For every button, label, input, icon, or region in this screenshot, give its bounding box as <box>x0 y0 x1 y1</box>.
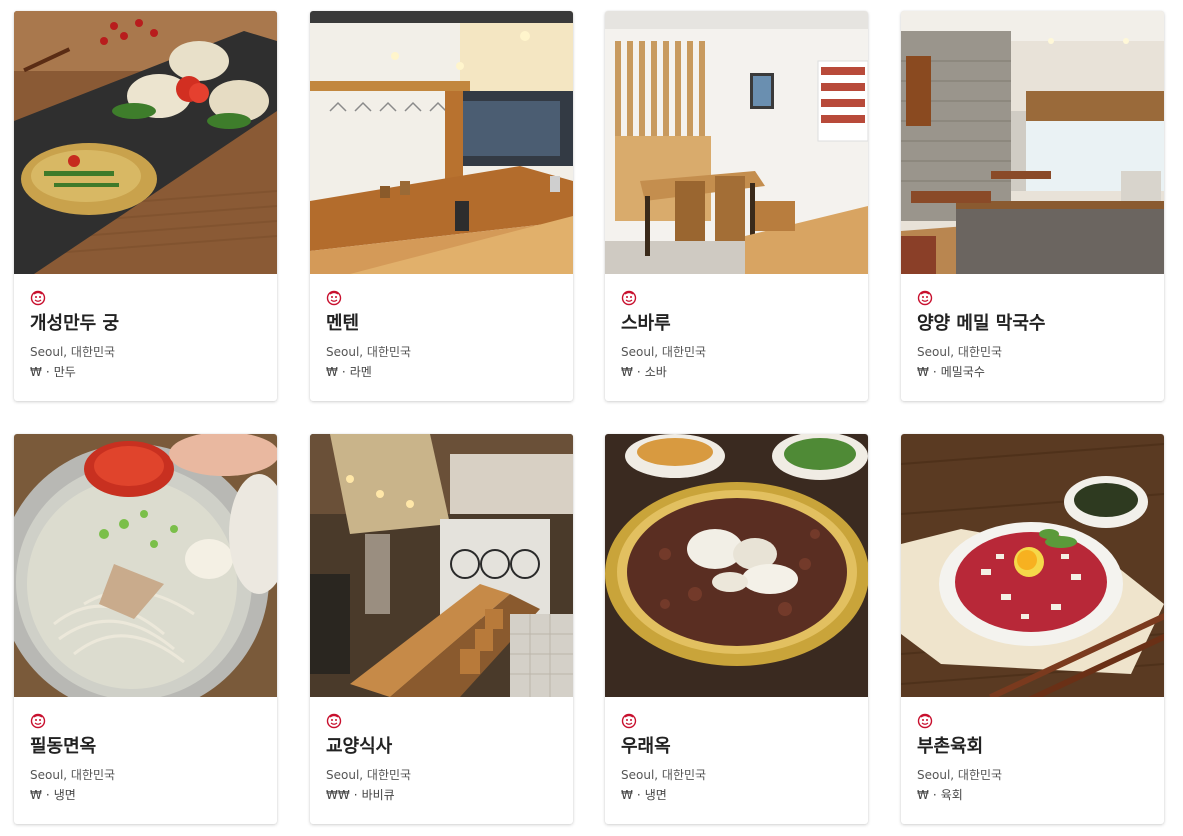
michelin-bib-gourmand-icon <box>326 713 342 729</box>
cuisine-category: 소바 <box>644 365 667 379</box>
beef-tartare-photo <box>901 434 1164 697</box>
cuisine-category: 바비큐 <box>361 788 395 802</box>
michelin-bib-gourmand-icon <box>326 290 342 306</box>
price-level: ₩ <box>30 365 42 379</box>
restaurant-photo[interactable] <box>310 434 573 697</box>
michelin-bib-gourmand-icon <box>30 713 46 729</box>
meta-separator: · <box>341 365 346 379</box>
restaurant-card[interactable]: 개성만두 궁 Seoul, 대한민국 ₩ · 만두 <box>14 11 277 401</box>
restaurant-card[interactable]: 스바루 Seoul, 대한민국 ₩ · 소바 <box>605 11 868 401</box>
meta-separator: · <box>636 788 641 802</box>
restaurant-name[interactable]: 멘텐 <box>326 312 561 336</box>
restaurant-grid: 개성만두 궁 Seoul, 대한민국 ₩ · 만두 멘텐 Seoul, 대한민국… <box>0 0 1183 836</box>
restaurant-photo[interactable] <box>310 11 573 274</box>
price-level: ₩ <box>326 365 338 379</box>
restaurant-name[interactable]: 스바루 <box>621 312 856 336</box>
restaurant-name[interactable]: 필동면옥 <box>30 735 265 759</box>
restaurant-card[interactable]: 필동면옥 Seoul, 대한민국 ₩ · 냉면 <box>14 434 277 824</box>
cuisine-category: 냉면 <box>644 788 667 802</box>
bar-counter-photo <box>310 434 573 697</box>
cuisine-category: 라멘 <box>349 365 372 379</box>
restaurant-location: Seoul, 대한민국 <box>326 768 412 782</box>
price-level: ₩₩ <box>326 788 350 802</box>
cuisine-category: 육회 <box>940 788 963 802</box>
restaurant-photo[interactable] <box>901 11 1164 274</box>
cuisine-category: 만두 <box>53 365 76 379</box>
michelin-bib-gourmand-icon <box>621 713 637 729</box>
meta-separator: · <box>45 365 50 379</box>
restaurant-meta: ₩ · 메밀국수 <box>917 364 1152 380</box>
restaurant-photo[interactable] <box>14 11 277 274</box>
restaurant-photo[interactable] <box>605 11 868 274</box>
bulgogi-photo <box>605 434 868 697</box>
price-level: ₩ <box>30 788 42 802</box>
price-level: ₩ <box>917 788 929 802</box>
restaurant-card[interactable]: 양양 메밀 막국수 Seoul, 대한민국 ₩ · 메밀국수 <box>901 11 1164 401</box>
counter-interior-photo <box>310 11 573 274</box>
meta-separator: · <box>932 365 937 379</box>
restaurant-meta: ₩₩ · 바비큐 <box>326 787 561 803</box>
restaurant-meta: ₩ · 소바 <box>621 364 856 380</box>
restaurant-name[interactable]: 우래옥 <box>621 735 856 759</box>
meta-separator: · <box>353 788 358 802</box>
meta-separator: · <box>45 788 50 802</box>
restaurant-meta: ₩ · 냉면 <box>30 787 265 803</box>
price-level: ₩ <box>621 365 633 379</box>
restaurant-location: Seoul, 대한민국 <box>621 345 707 359</box>
meta-separator: · <box>932 788 937 802</box>
cold-noodle-photo <box>14 434 277 697</box>
restaurant-location: Seoul, 대한민국 <box>30 345 116 359</box>
michelin-bib-gourmand-icon <box>621 290 637 306</box>
restaurant-name[interactable]: 교양식사 <box>326 735 561 759</box>
price-level: ₩ <box>621 788 633 802</box>
restaurant-card[interactable]: 부촌육회 Seoul, 대한민국 ₩ · 육회 <box>901 434 1164 824</box>
restaurant-name[interactable]: 개성만두 궁 <box>30 312 265 336</box>
brick-dining-room-photo <box>901 11 1164 274</box>
michelin-bib-gourmand-icon <box>917 290 933 306</box>
restaurant-location: Seoul, 대한민국 <box>30 768 116 782</box>
restaurant-meta: ₩ · 만두 <box>30 364 265 380</box>
restaurant-name[interactable]: 부촌육회 <box>917 735 1152 759</box>
restaurant-card[interactable]: 우래옥 Seoul, 대한민국 ₩ · 냉면 <box>605 434 868 824</box>
michelin-bib-gourmand-icon <box>30 290 46 306</box>
restaurant-location: Seoul, 대한민국 <box>917 768 1003 782</box>
restaurant-photo[interactable] <box>901 434 1164 697</box>
restaurant-location: Seoul, 대한민국 <box>326 345 412 359</box>
restaurant-photo[interactable] <box>14 434 277 697</box>
price-level: ₩ <box>917 365 929 379</box>
cuisine-category: 냉면 <box>53 788 76 802</box>
restaurant-meta: ₩ · 라멘 <box>326 364 561 380</box>
cuisine-category: 메밀국수 <box>940 365 985 379</box>
restaurant-card[interactable]: 교양식사 Seoul, 대한민국 ₩₩ · 바비큐 <box>310 434 573 824</box>
restaurant-location: Seoul, 대한민국 <box>917 345 1003 359</box>
meta-separator: · <box>636 365 641 379</box>
restaurant-name[interactable]: 양양 메밀 막국수 <box>917 312 1152 336</box>
restaurant-card[interactable]: 멘텐 Seoul, 대한민국 ₩ · 라멘 <box>310 11 573 401</box>
dumplings-photo <box>14 11 277 274</box>
michelin-bib-gourmand-icon <box>917 713 933 729</box>
dining-room-photo <box>605 11 868 274</box>
restaurant-meta: ₩ · 냉면 <box>621 787 856 803</box>
restaurant-meta: ₩ · 육회 <box>917 787 1152 803</box>
restaurant-photo[interactable] <box>605 434 868 697</box>
restaurant-location: Seoul, 대한민국 <box>621 768 707 782</box>
